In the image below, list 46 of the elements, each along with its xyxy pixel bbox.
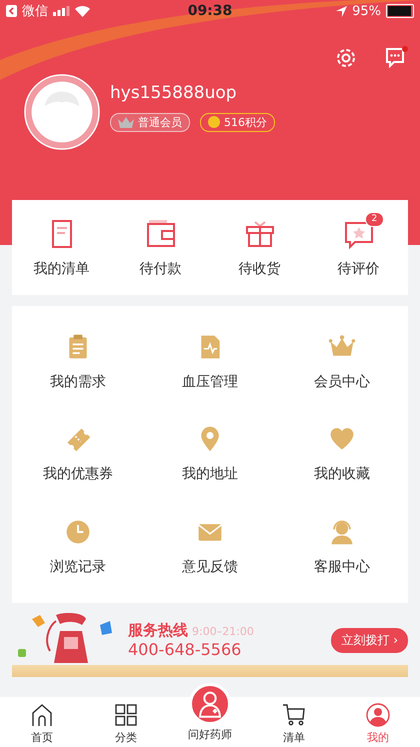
tab-item[interactable]: 问好药师 bbox=[168, 683, 252, 747]
service-shortcut[interactable]: 浏览记录 bbox=[12, 500, 144, 593]
message-icon[interactable] bbox=[384, 46, 406, 68]
back-app-label[interactable]: 微信 bbox=[22, 2, 48, 20]
order-shortcut[interactable]: 待付款 bbox=[111, 200, 210, 295]
service-shortcut[interactable]: 血压管理 bbox=[144, 316, 276, 408]
wallet-icon bbox=[144, 218, 176, 250]
cart-icon bbox=[282, 703, 306, 727]
service-shortcut[interactable]: 我的优惠券 bbox=[12, 408, 144, 501]
tab-item[interactable]: 分类 bbox=[84, 697, 168, 747]
count-badge: 2 bbox=[364, 212, 384, 226]
service-shortcut[interactable]: 客服中心 bbox=[276, 500, 408, 593]
service-shortcut[interactable]: 我的收藏 bbox=[276, 408, 408, 501]
grid-icon bbox=[114, 703, 138, 727]
points-badge[interactable]: 516积分 bbox=[200, 112, 275, 132]
location-arrow-icon bbox=[336, 6, 348, 16]
order-shortcut[interactable]: 2 待评价 bbox=[309, 200, 408, 295]
username: hys155888uop bbox=[110, 82, 238, 102]
signal-icon bbox=[53, 6, 70, 16]
order-shortcut[interactable]: 我的清单 bbox=[12, 200, 111, 295]
user-icon bbox=[366, 703, 390, 727]
order-shortcut[interactable]: 待收货 bbox=[210, 200, 309, 295]
service-shortcut[interactable]: 我的需求 bbox=[12, 316, 144, 408]
points-text: 516积分 bbox=[224, 114, 267, 130]
call-now-button[interactable]: 立刻拨打 › bbox=[331, 628, 408, 652]
service-shortcut[interactable]: 意见反馈 bbox=[144, 500, 276, 593]
service-shortcut[interactable]: 我的地址 bbox=[144, 408, 276, 501]
tab-item[interactable]: 我的 bbox=[336, 697, 420, 747]
service-shortcut[interactable]: 会员中心 bbox=[276, 316, 408, 408]
member-level-text: 普通会员 bbox=[138, 114, 182, 130]
coin-icon bbox=[208, 116, 220, 128]
tab-item[interactable]: 首页 bbox=[0, 697, 84, 747]
wifi-icon bbox=[75, 6, 90, 16]
battery-icon bbox=[386, 4, 414, 18]
settings-icon[interactable] bbox=[334, 46, 358, 70]
crown-icon bbox=[118, 116, 134, 128]
service-hours: 9:00–21:00 bbox=[192, 625, 254, 638]
tab-item[interactable]: 清单 bbox=[252, 697, 336, 747]
clock-icon bbox=[64, 518, 92, 546]
avatar-silhouette-icon bbox=[24, 74, 100, 150]
hotline-number: 400-648-5566 bbox=[128, 640, 242, 659]
home-icon bbox=[30, 703, 54, 727]
clock-time: 09:38 bbox=[188, 3, 232, 19]
back-icon[interactable] bbox=[6, 5, 17, 17]
battery-percent: 95% bbox=[352, 4, 381, 18]
hotline-title: 服务热线 bbox=[128, 621, 188, 640]
